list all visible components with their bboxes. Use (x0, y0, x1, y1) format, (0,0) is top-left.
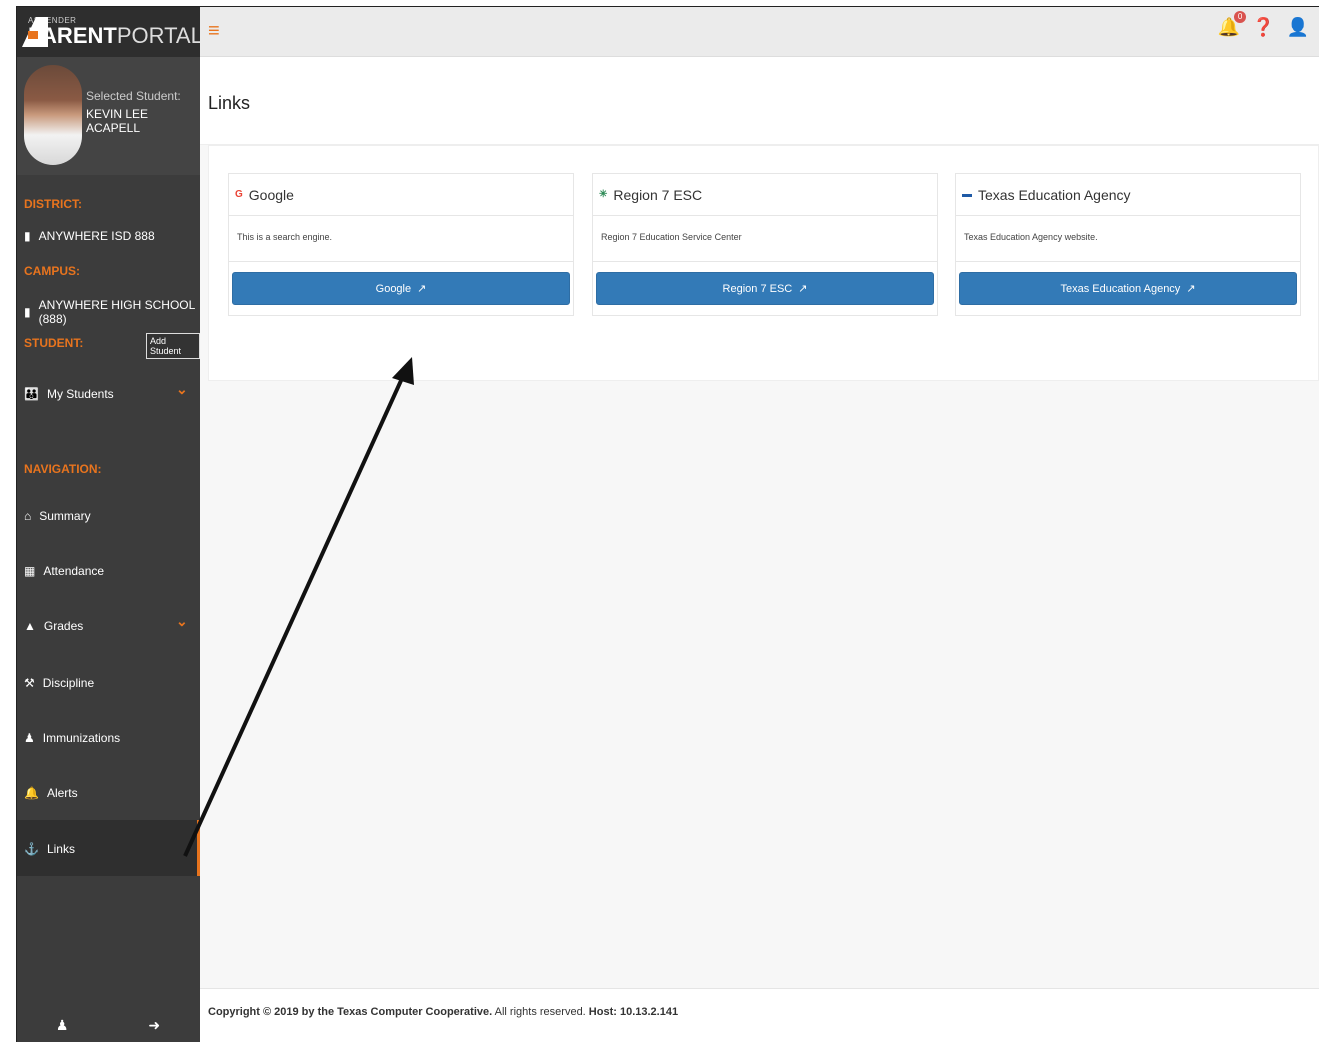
avatar[interactable] (24, 65, 82, 165)
google-link-button[interactable]: Google ↗ (232, 272, 570, 305)
campus-label: CAMPUS: (24, 264, 80, 278)
sidebar-item-alerts[interactable]: 🔔 Alerts (24, 786, 78, 800)
sidebar-item-links[interactable]: ⚓ Links (24, 842, 75, 856)
add-student-button[interactable]: Add Student (146, 333, 200, 359)
external-link-icon: ↗ (417, 283, 427, 295)
link-card: ▬ Texas Education Agency Texas Education… (955, 173, 1301, 316)
top-icons: 🔔 0 ❓ 👤 (1218, 11, 1309, 38)
tea-link-button[interactable]: Texas Education Agency ↗ (959, 272, 1297, 305)
chevron-down-icon[interactable]: ⌄ (176, 613, 188, 630)
card-title: Texas Education Agency (978, 186, 1131, 203)
sidebar: ASCENDER PARENTPORTAL Selected Student: … (16, 7, 203, 1042)
footer-copyright: Copyright © 2019 by the Texas Computer C… (208, 1006, 493, 1018)
my-students-toggle[interactable]: 👪 My Students (24, 387, 114, 401)
card-description: This is a search engine. (229, 216, 573, 262)
card-header: G Google (229, 174, 573, 216)
account-icon[interactable]: 👤 (1287, 17, 1309, 38)
footer-rights: All rights reserved. (492, 1006, 589, 1018)
card-description: Texas Education Agency website. (956, 216, 1300, 262)
sidebar-item-discipline[interactable]: ⚒ Discipline (24, 676, 94, 690)
external-link-icon: ↗ (798, 283, 808, 295)
brand-title: PARENTPORTAL (28, 23, 203, 48)
chevron-down-icon[interactable]: ⌄ (176, 381, 188, 398)
footer-host: Host: 10.13.2.141 (588, 1006, 679, 1018)
app-window: ASCENDER PARENTPORTAL Selected Student: … (0, 0, 1319, 1042)
region7-logo-icon: ✳ (599, 189, 608, 200)
users-icon: 👪 (24, 387, 39, 401)
link-card: ✳ Region 7 ESC Region 7 Education Servic… (592, 173, 938, 316)
top-navbar: ≡ 🔔 0 ❓ 👤 (200, 7, 1319, 57)
campus-value: ▮ ANYWHERE HIGH SCHOOL (888) (24, 298, 195, 326)
sidebar-item-attendance[interactable]: ▦ Attendance (24, 564, 104, 578)
sidebar-footer: ♟ ➜ (16, 1017, 200, 1034)
links-panel: G Google This is a search engine. Google… (208, 145, 1319, 381)
card-title: Region 7 ESC (613, 186, 703, 203)
link-card: G Google This is a search engine. Google… (228, 173, 574, 316)
sidebar-item-grades[interactable]: ▲ Grades (24, 619, 83, 633)
calendar-icon: ▦ (24, 564, 36, 578)
card-header: ▬ Texas Education Agency (956, 174, 1300, 216)
district-label: DISTRICT: (24, 197, 82, 211)
external-link-icon: ↗ (1186, 283, 1196, 295)
main-content: Links G Google This is a search engine. … (200, 57, 1319, 1042)
user-icon[interactable]: ♟ (56, 1017, 69, 1034)
menu-toggle-icon[interactable]: ≡ (208, 21, 220, 41)
anchor-icon: ⚓ (24, 842, 39, 856)
gavel-icon: ⚒ (24, 676, 35, 690)
building-icon: ▮ (24, 229, 31, 243)
page-header: Links (200, 57, 1319, 145)
home-icon: ⌂ (24, 509, 32, 523)
page-title: Links (208, 93, 251, 113)
tea-logo-icon: ▬ (962, 189, 972, 200)
bell-icon: 🔔 (24, 786, 39, 800)
navigation-label: NAVIGATION: (24, 462, 102, 476)
sign-out-icon[interactable]: ➜ (148, 1017, 160, 1034)
user-md-icon: ♟ (24, 731, 35, 745)
selected-student-panel: Selected Student: KEVIN LEE ACAPELL (16, 57, 200, 175)
help-icon[interactable]: ❓ (1252, 17, 1274, 38)
card-title: Google (248, 186, 294, 203)
card-header: ✳ Region 7 ESC (593, 174, 937, 216)
brand-logo[interactable]: ASCENDER PARENTPORTAL (16, 7, 203, 57)
sidebar-item-immunizations[interactable]: ♟ Immunizations (24, 731, 120, 745)
selected-student-label: Selected Student: (86, 89, 181, 103)
card-description: Region 7 Education Service Center (593, 216, 937, 262)
selected-student-name: KEVIN LEE ACAPELL (86, 107, 149, 135)
building-icon: ▮ (24, 305, 31, 319)
student-label: STUDENT: (24, 336, 84, 350)
notifications-bell-icon[interactable]: 🔔 0 (1218, 11, 1247, 38)
region7-link-button[interactable]: Region 7 ESC ↗ (596, 272, 934, 305)
district-value: ▮ ANYWHERE ISD 888 (24, 229, 155, 243)
google-icon: G (235, 189, 243, 200)
sidebar-item-summary[interactable]: ⌂ Summary (24, 509, 91, 523)
graduation-cap-icon: ▲ (24, 619, 36, 633)
notification-badge: 0 (1234, 11, 1247, 23)
footer: Copyright © 2019 by the Texas Computer C… (200, 988, 1319, 1042)
